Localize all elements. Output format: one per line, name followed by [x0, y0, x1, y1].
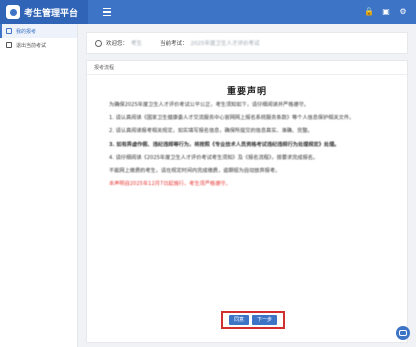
chat-support-icon[interactable] [396, 326, 410, 340]
notice-paragraph: 3. 如有弄虚作假、违纪违规等行为，将按照《专业技术人员资格考试违纪违规行为处理… [109, 141, 340, 148]
notice-content: 为确保2025年度卫生人才评价考试公平公正，考生须知如下，请仔细阅读并严格遵守。… [99, 101, 397, 193]
notice-paragraph: 为确保2025年度卫生人才评价考试公平公正，考生须知如下，请仔细阅读并严格遵守。 [109, 102, 309, 108]
app-logo [6, 5, 20, 19]
app-title: 考生管理平台 [24, 8, 79, 19]
sidebar-item-exit-exam[interactable]: 退出当前考试 [0, 38, 77, 52]
action-buttons: 同意 下一步 [221, 311, 285, 329]
top-bar: 考生管理平台 🔒 ▣ ⚙ [0, 0, 416, 24]
brand: 考生管理平台 [0, 0, 88, 24]
user-icon [95, 39, 102, 47]
welcome-value: 考生 [131, 41, 143, 47]
sidebar-item-label: 退出当前考试 [16, 42, 47, 49]
sidebar: 我的报考 退出当前考试 [0, 24, 78, 347]
exit-icon [6, 42, 12, 48]
sidebar-item-label: 我的报考 [16, 28, 37, 35]
notice-paragraph: 不能网上缴费的考生，请在规定时间内完成缴费，逾期视为自动放弃报考。 [109, 168, 281, 175]
settings-icon[interactable]: ⚙ [398, 7, 408, 17]
current-exam-value: 2025年度卫生人才评价考试 [190, 41, 260, 47]
card-header: 报考流程 [87, 61, 407, 75]
notice-card: 报考流程 重要声明 为确保2025年度卫生人才评价考试公平公正，考生须知如下，请… [86, 60, 408, 343]
sidebar-item-my-exams[interactable]: 我的报考 [0, 24, 77, 38]
notice-paragraph: 2. 请认真阅读报考相关规定，如实填写报名信息，确保所提交的信息真实、准确、完整… [109, 128, 313, 135]
notice-paragraph: 1. 请认真阅读《国家卫生健康委人才交流服务中心官网网上报名系统服务条款》等个人… [109, 115, 355, 122]
folder-icon [6, 28, 12, 34]
notice-title: 重要声明 [226, 87, 267, 97]
notice-warning: 本声明自2025年12月7日起施行，考生须严格遵守。 [109, 181, 231, 188]
lock-icon[interactable]: 🔒 [364, 7, 374, 17]
agree-button[interactable]: 同意 [228, 315, 249, 325]
next-step-button[interactable]: 下一步 [252, 315, 278, 325]
notice-paragraph: 4. 请仔细阅读《2025年度卫生人才评价考试考生须知》及《报名流程》，按要求完… [109, 154, 319, 161]
menu-toggle-icon[interactable] [98, 0, 116, 24]
current-exam-label: 当前考试： [160, 41, 188, 47]
bell-icon[interactable]: ▣ [381, 7, 391, 17]
welcome-label: 欢迎您： [106, 41, 129, 47]
user-info-bar: 欢迎您： 考生 当前考试： 2025年度卫生人才评价考试 [86, 32, 408, 54]
main-area: 欢迎您： 考生 当前考试： 2025年度卫生人才评价考试 报考流程 重要声明 为… [78, 24, 416, 347]
